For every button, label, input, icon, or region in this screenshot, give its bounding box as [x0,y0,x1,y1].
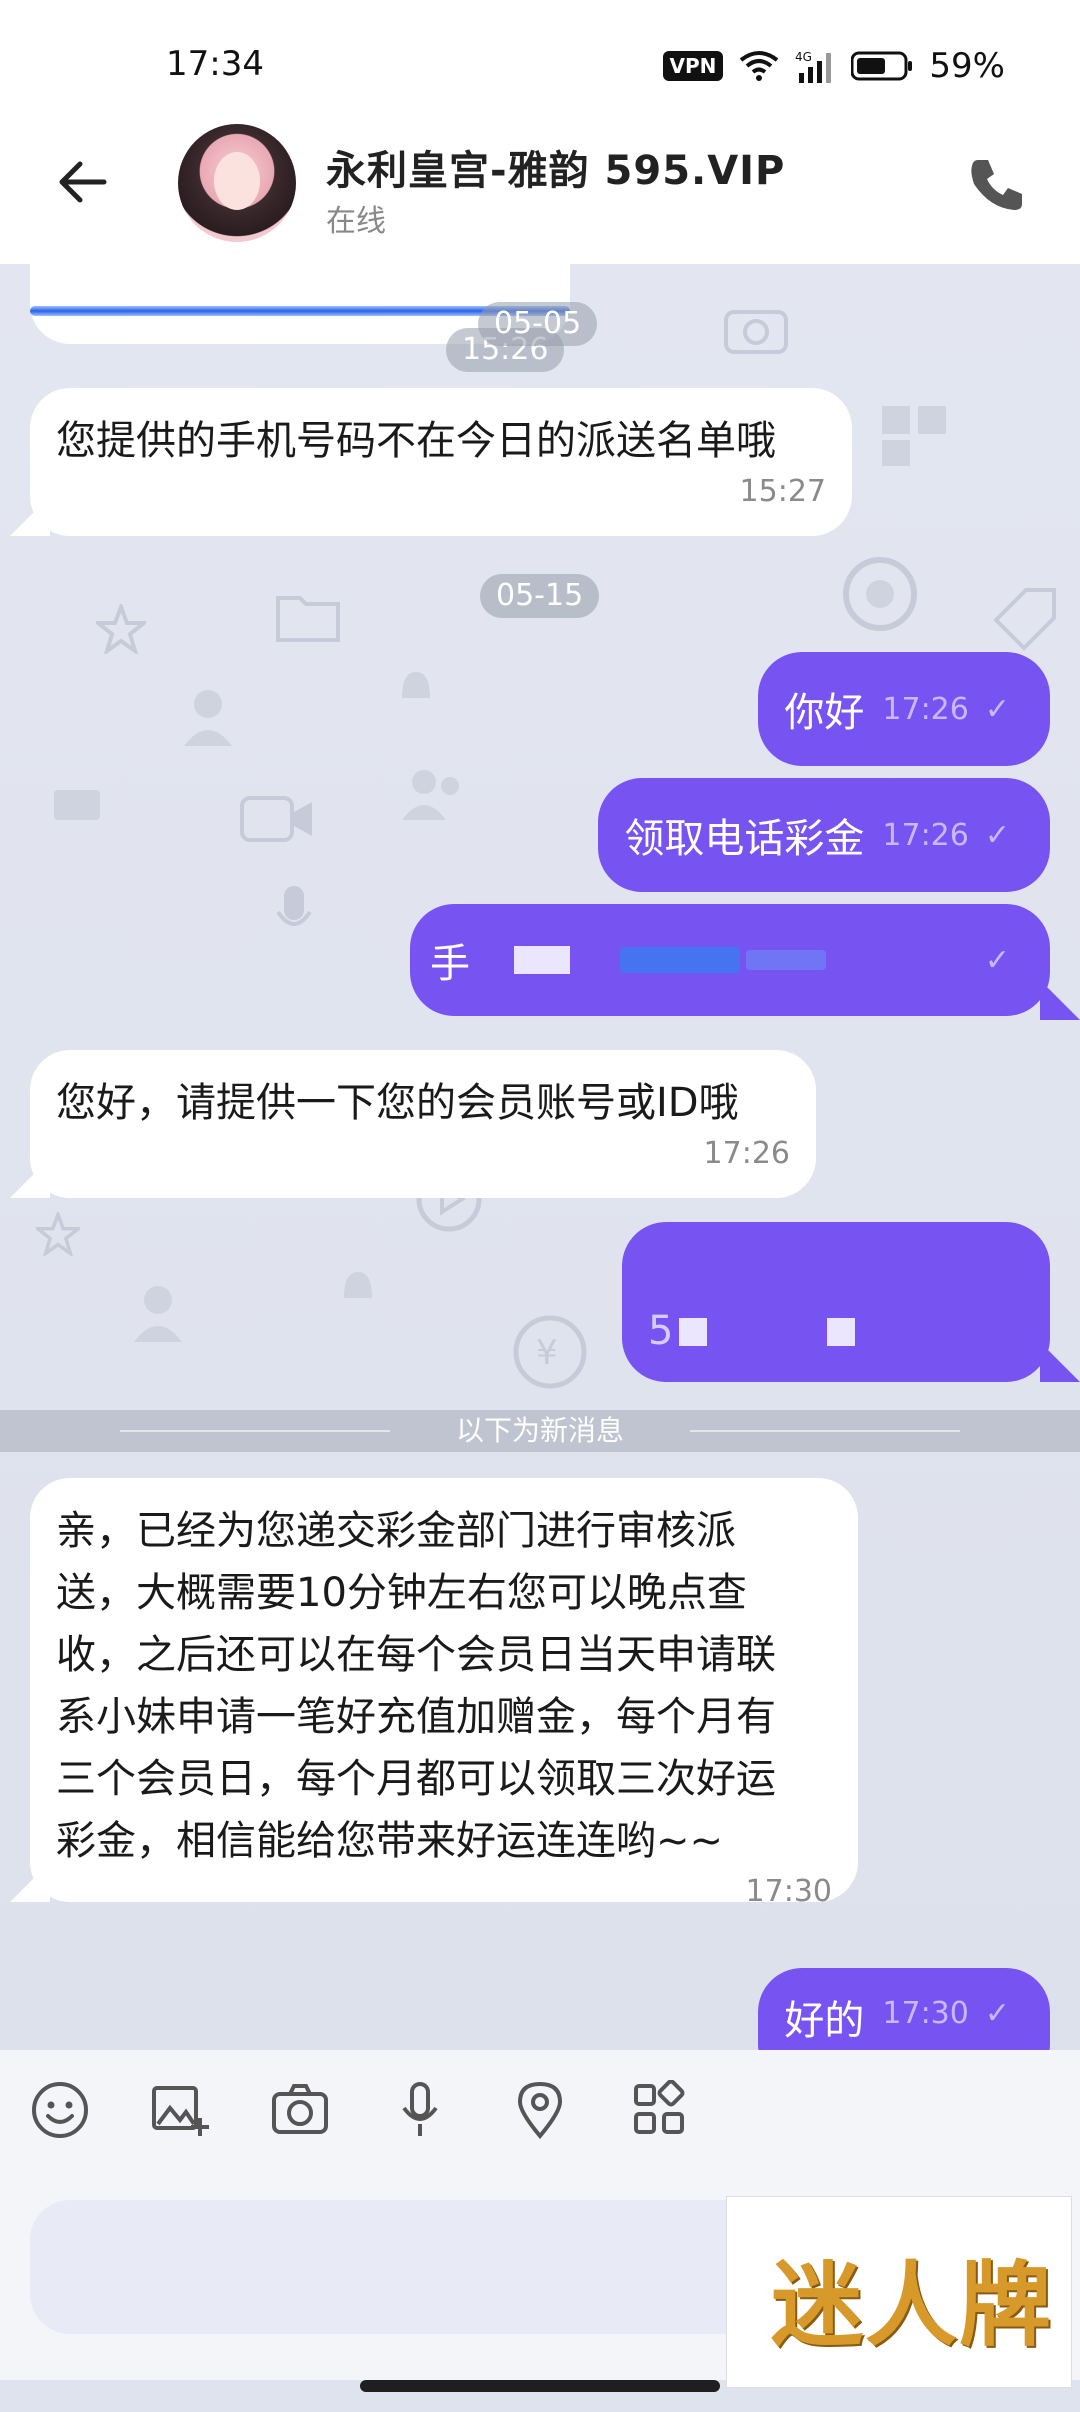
message-bubble-outgoing-redacted[interactable]: 5 [622,1222,1050,1382]
message-text: 您提供的手机号码不在今日的派送名单哦 [56,418,776,464]
message-time: 17:26 [703,1136,790,1171]
grid-wallpaper-icon [882,406,946,466]
redaction-blur [746,950,826,970]
message-time: 17:26 [882,817,969,853]
message-bubble-outgoing[interactable]: 你好 17:26 ✓ [758,652,1050,766]
message-bubble-incoming[interactable]: 您提供的手机号码不在今日的派送名单哦 15:27 [30,388,852,536]
video-wallpaper-icon [240,796,312,842]
message-time: 17:30 [745,1874,832,1909]
location-icon[interactable] [510,2080,570,2140]
message-text-line: 送，大概需要10分钟左右您可以晚点查 [56,1570,747,1616]
mic-icon[interactable] [390,2080,450,2140]
camera-wallpaper-icon [724,310,788,354]
redaction-block [827,1318,856,1346]
new-messages-label: 以下为新消息 [455,1414,624,1447]
status-time: 17:34 [166,44,264,84]
contact-name[interactable]: 永利皇宫-雅韵 595.VIP [326,138,785,196]
wifi-icon [740,51,779,81]
chat-messages-area[interactable]: ¥ 15:26 05-05 您提供的手机号码不在今日的派送名单哦 15:27 0… [0,264,1080,2050]
phone-call-icon[interactable] [964,152,1030,218]
wallet-wallpaper-icon [54,790,100,820]
camera-icon[interactable] [270,2080,330,2140]
people-wallpaper-icon [402,770,459,820]
message-text: 5 [648,1308,674,1354]
folder-wallpaper-icon [276,596,340,642]
bell-wallpaper-icon-2 [344,1272,372,1298]
date-separator-0515: 05-15 [480,574,600,618]
svg-text:¥: ¥ [536,1333,558,1373]
message-text-line: 亲，已经为您递交彩金部门进行审核派 [56,1508,736,1554]
network-type-label: 4G [795,50,812,64]
message-bubble-outgoing[interactable]: 好的 17:30 ✓ [758,1968,1050,2050]
message-time: 17:26 [882,691,969,727]
home-indicator[interactable] [360,2380,720,2392]
sent-check-icon: ✓ [984,691,1010,727]
signal-icon: 4G [795,50,832,83]
redaction-block [514,946,570,974]
message-text: 领取电话彩金 [624,816,865,862]
watermark-text: 迷人牌 [771,2251,1054,2359]
message-time: 17:30 [882,1996,969,2031]
message-bubble-outgoing[interactable]: 领取电话彩金 17:26 ✓ [598,778,1050,892]
tag-wallpaper-icon [993,588,1056,651]
status-bar: 17:34 VPN 4G 59% [0,0,1080,100]
chat-header: 永利皇宫-雅韵 595.VIP 在线 [0,100,1080,264]
redaction-blur [620,947,740,973]
apps-icon[interactable] [630,2080,690,2140]
battery-percent: 59% [929,46,1005,86]
coin-wallpaper-icon: ¥ [513,1315,587,1389]
sent-check-icon: ✓ [984,817,1010,853]
message-text: 手 [430,941,470,987]
message-text-line: 三个会员日，每个月都可以领取三次好运 [56,1756,776,1802]
message-text: 好的 [784,1998,865,2044]
sent-check-icon: ✓ [984,1996,1010,2031]
star-wallpaper-icon [96,604,146,654]
status-icons: VPN 4G 59% [662,46,1005,86]
user-add-wallpaper-icon-2 [134,1286,182,1342]
message-text: 您好，请提供一下您的会员账号或ID哦 [56,1080,739,1126]
message-text-line: 彩金，相信能给您带来好运连连哟~~ [56,1818,724,1864]
aperture-wallpaper-icon [843,557,917,631]
message-text-line: 系小妹申请一笔好充值加赠金，每个月有 [56,1694,776,1740]
vpn-badge: VPN [662,51,724,81]
message-time: 15:27 [739,474,826,509]
message-text-line: 收，之后还可以在每个会员日当天申请联 [56,1632,776,1678]
message-bubble-incoming-long[interactable]: 亲，已经为您递交彩金部门进行审核派 送，大概需要10分钟左右您可以晚点查 收，之… [30,1478,858,1909]
bubble-tail [1040,1342,1080,1382]
message-bubble-incoming[interactable]: 您好，请提供一下您的会员账号或ID哦 17:26 [30,1050,816,1198]
sent-check-icon: ✓ [984,942,1010,978]
message-text: 你好 [784,690,865,736]
user-add-wallpaper-icon [184,690,232,746]
contact-online-status: 在线 [326,204,386,239]
message-bubble-outgoing-redacted[interactable]: 手 ✓ [410,904,1050,1016]
bell-wallpaper-icon [402,672,430,698]
emoji-icon[interactable] [30,2080,90,2140]
watermark-logo: 迷人牌 [726,2196,1072,2388]
image-add-icon[interactable] [150,2080,210,2140]
contact-avatar[interactable] [178,124,296,242]
battery-icon [851,51,913,81]
mic-wallpaper-icon [276,886,312,926]
bubble-tail [1040,980,1080,1020]
new-messages-divider: 以下为新消息 [0,1410,1080,1452]
date-separator-0505: 05-05 [478,302,598,346]
redaction-block [679,1318,708,1346]
star-wallpaper-icon-2 [36,1212,80,1256]
back-arrow-icon[interactable] [52,152,112,212]
